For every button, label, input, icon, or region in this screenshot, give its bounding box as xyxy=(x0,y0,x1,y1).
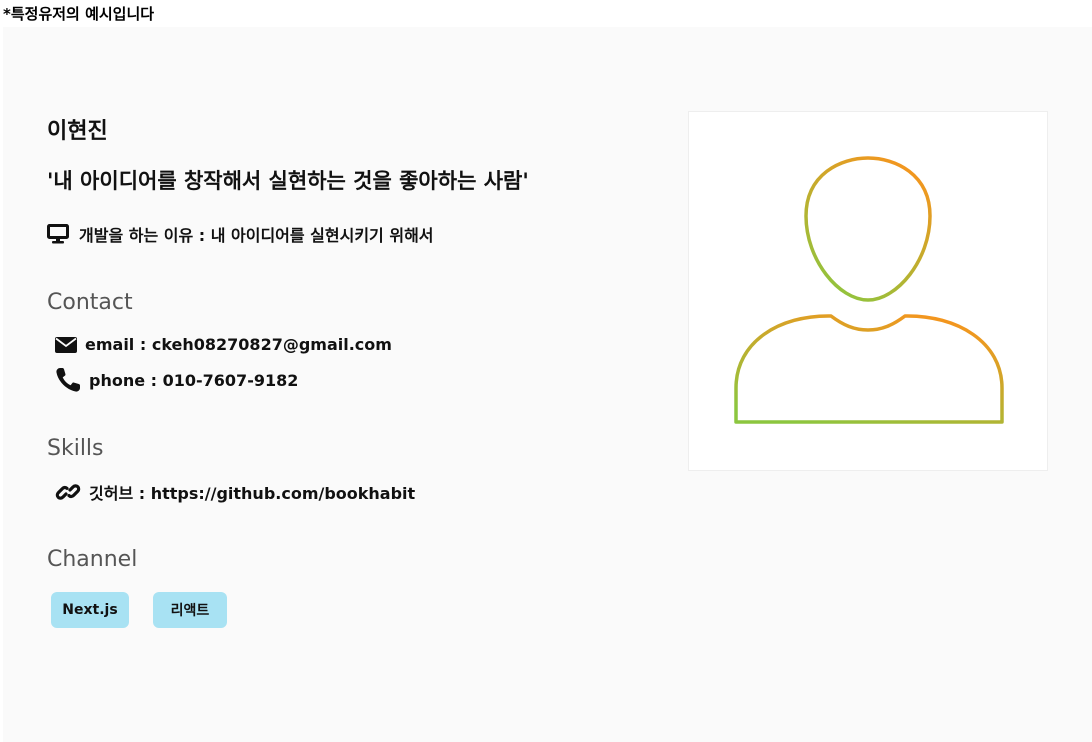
skills-github[interactable]: 깃허브 : https://github.com/bookhabit xyxy=(55,479,415,505)
contact-email[interactable]: email : ckeh08270827@gmail.com xyxy=(55,335,392,354)
dev-reason-text: 개발을 하는 이유 : 내 아이디어를 실현시키기 위해서 xyxy=(79,226,434,245)
contact-title: Contact xyxy=(47,290,133,315)
envelope-icon xyxy=(55,336,77,353)
desktop-icon xyxy=(47,224,69,244)
profile-slogan: '내 아이디어를 창작해서 실현하는 것을 좋아하는 사람' xyxy=(47,169,529,193)
profile-image-card xyxy=(688,111,1048,471)
example-notice: *특정유저의 예시입니다 xyxy=(3,5,155,23)
phone-icon xyxy=(56,368,80,392)
channel-chip-nextjs[interactable]: Next.js xyxy=(51,592,129,628)
contact-phone[interactable]: phone : 010-7607-9182 xyxy=(55,367,298,393)
email-text: email : ckeh08270827@gmail.com xyxy=(85,335,392,354)
channel-title: Channel xyxy=(47,547,138,572)
github-text: 깃허브 : https://github.com/bookhabit xyxy=(89,484,416,503)
phone-text: phone : 010-7607-9182 xyxy=(89,370,299,390)
skills-title: Skills xyxy=(47,436,104,461)
profile-panel: 이현진 '내 아이디어를 창작해서 실현하는 것을 좋아하는 사람' 개발을 하… xyxy=(3,27,1092,742)
profile-name: 이현진 xyxy=(47,119,108,144)
link-icon xyxy=(55,484,81,500)
user-avatar-icon xyxy=(734,156,1004,424)
channel-chip-react[interactable]: 리액트 xyxy=(153,592,227,628)
dev-reason: 개발을 하는 이유 : 내 아이디어를 실현시키기 위해서 xyxy=(47,222,434,246)
